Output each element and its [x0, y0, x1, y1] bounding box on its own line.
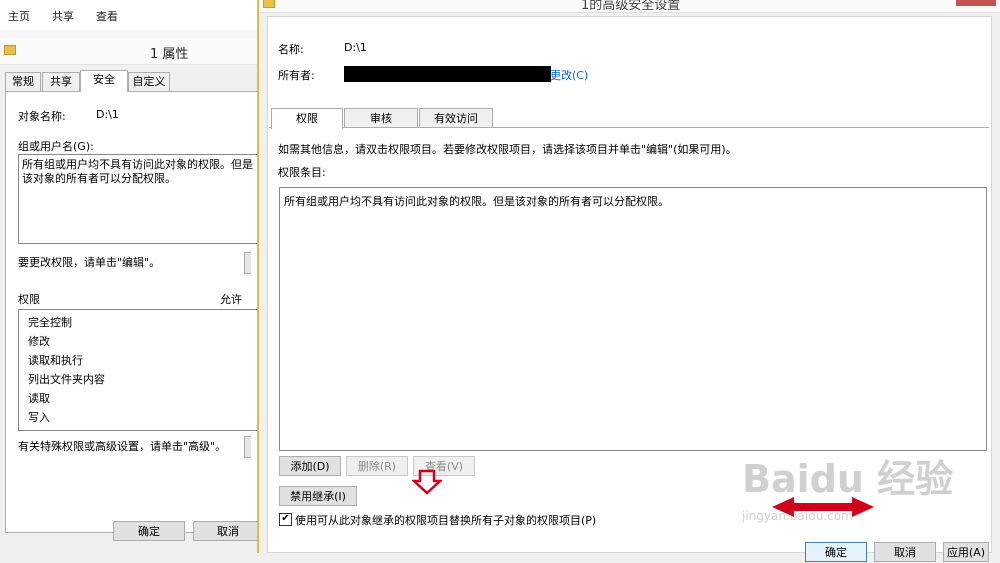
edit-hint: 要更改权限，请单击"编辑"。 — [18, 256, 161, 269]
replace-child-permissions-label[interactable]: 使用可从此对象继承的权限项目替换所有子对象的权限项目(P) — [295, 512, 596, 528]
permission-read: 读取 — [28, 392, 50, 405]
baidu-watermark: Baidu 经验 jingyan.baidu.com — [742, 448, 992, 538]
permissions-allow-header: 允许 — [220, 293, 242, 306]
group-user-empty-message: 所有组或用户均不具有访问此对象的权限。但是该对象的所有者可以分配权限。 — [22, 158, 253, 185]
entries-label: 权限条目: — [278, 166, 326, 179]
replace-child-permissions-checkbox[interactable]: ✔ — [279, 513, 292, 526]
tab-sharing[interactable]: 共享 — [42, 72, 80, 91]
permission-write: 写入 — [28, 411, 50, 424]
cancel-button[interactable]: 取消 — [874, 542, 936, 562]
ok-button[interactable]: 确定 — [805, 542, 867, 562]
edit-button[interactable] — [244, 252, 251, 274]
permissions-header: 权限 — [18, 293, 40, 306]
titlebar-divider — [259, 12, 1000, 13]
security-tab-panel: 对象名称: D:\1 组或用户名(G): 所有组或用户均不具有访问此对象的权限。… — [5, 91, 265, 533]
tab-auditing[interactable]: 审核 — [344, 108, 418, 128]
permission-modify: 修改 — [28, 335, 50, 348]
tab-security[interactable]: 安全 — [80, 70, 128, 92]
name-label: 名称: — [278, 43, 304, 56]
tab-general[interactable]: 常规 — [5, 72, 41, 91]
apply-button[interactable]: 应用(A) — [943, 542, 989, 562]
close-button[interactable] — [956, 0, 996, 6]
owner-value-redacted — [344, 66, 551, 82]
properties-title: 1 属性 — [150, 47, 189, 62]
properties-cancel-button[interactable]: 取消 — [193, 521, 263, 541]
permission-entries-list[interactable]: 所有组或用户均不具有访问此对象的权限。但是该对象的所有者可以分配权限。 — [279, 187, 987, 451]
explorer-ribbon: 主页 共享 查看 — [0, 0, 260, 31]
ribbon-tab-view[interactable]: 查看 — [96, 8, 118, 24]
group-user-list[interactable]: 所有组或用户均不具有访问此对象的权限。但是该对象的所有者可以分配权限。 — [18, 154, 265, 244]
ribbon-tab-home[interactable]: 主页 — [8, 8, 30, 24]
permission-read-execute: 读取和执行 — [28, 354, 83, 367]
advanced-button[interactable] — [244, 436, 251, 458]
advanced-titlebar: 1的高级安全设置 — [259, 0, 1000, 13]
permission-full-control: 完全控制 — [28, 316, 72, 329]
tab-effective-access[interactable]: 有效访问 — [419, 108, 493, 128]
object-name-label: 对象名称: — [18, 110, 66, 123]
advanced-hint: 有关特殊权限或高级设置，请单击"高级"。 — [18, 440, 227, 453]
info-text: 如需其他信息，请双击权限项目。若要修改权限项目，请选择该项目并单击"编辑"(如果… — [278, 143, 737, 156]
name-value: D:\1 — [344, 41, 367, 54]
entries-empty-message: 所有组或用户均不具有访问此对象的权限。但是该对象的所有者可以分配权限。 — [284, 195, 669, 208]
remove-button[interactable]: 删除(R) — [346, 456, 408, 476]
permissions-list: 完全控制 修改 读取和执行 列出文件夹内容 读取 写入 — [18, 309, 265, 431]
tab-customize[interactable]: 自定义 — [128, 72, 170, 91]
annotation-arrow-down-icon — [412, 469, 442, 495]
disable-inheritance-button[interactable]: 禁用继承(I) — [279, 486, 357, 506]
group-user-label: 组或用户名(G): — [18, 140, 94, 153]
owner-label: 所有者: — [278, 69, 315, 82]
tab-permissions[interactable]: 权限 — [271, 108, 343, 129]
watermark-url: jingyan.baidu.com — [742, 509, 853, 523]
add-button[interactable]: 添加(D) — [279, 456, 341, 476]
properties-titlebar: 1 属性 — [0, 38, 258, 65]
folder-icon — [263, 0, 275, 8]
ribbon-tab-share[interactable]: 共享 — [52, 8, 74, 24]
folder-icon — [4, 45, 16, 55]
properties-ok-button[interactable]: 确定 — [113, 521, 185, 541]
properties-dialog: 1 属性 常规 共享 安全 自定义 对象名称: D:\1 组或用户名(G): 所… — [0, 38, 265, 553]
owner-change-link[interactable]: 更改(C) — [550, 67, 588, 83]
object-name-value: D:\1 — [96, 108, 119, 121]
permission-list-folder: 列出文件夹内容 — [28, 373, 105, 386]
watermark-text: Baidu 经验 — [742, 457, 954, 501]
